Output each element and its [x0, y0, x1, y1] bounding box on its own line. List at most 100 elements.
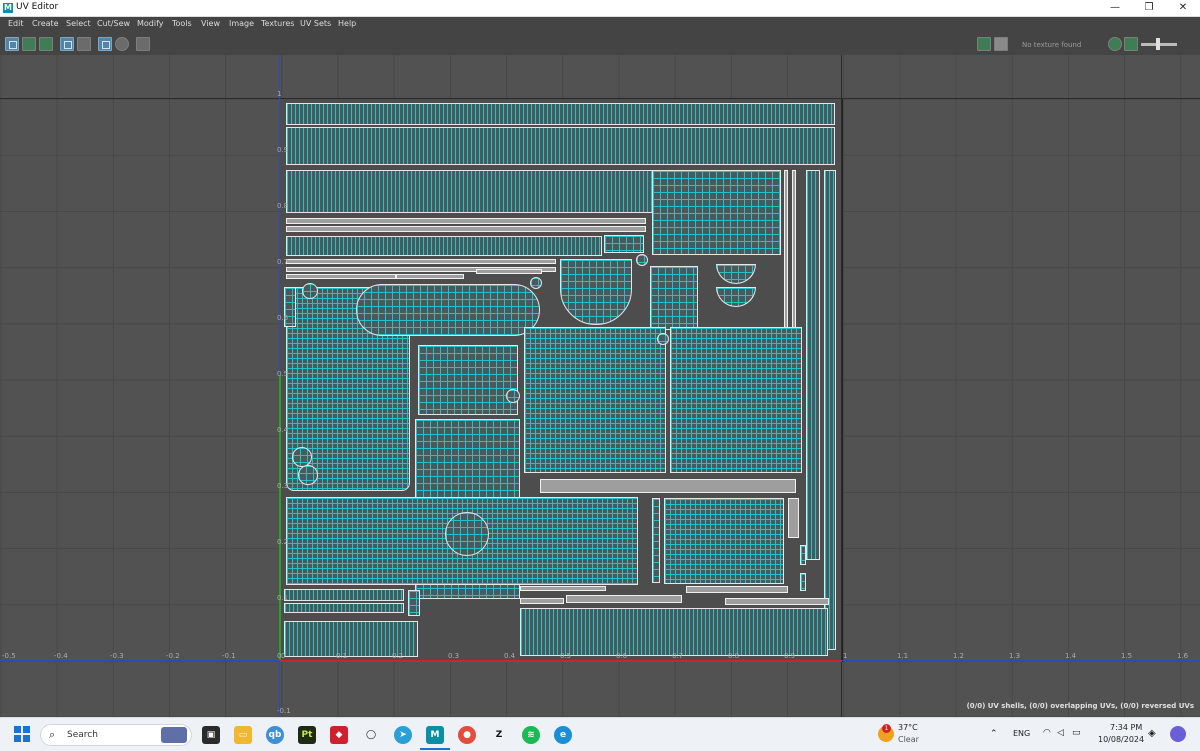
close-button[interactable]: ✕	[1166, 0, 1200, 16]
clock-time[interactable]: 7:34 PM	[1110, 723, 1142, 732]
uv-shell[interactable]	[664, 498, 784, 584]
copilot-icon[interactable]	[1170, 726, 1186, 742]
uv-shell[interactable]	[292, 447, 312, 467]
uv-grid-toggle-icon[interactable]	[5, 37, 19, 51]
weather-icon[interactable]: 1	[878, 724, 894, 742]
checker-map-icon[interactable]	[77, 37, 91, 51]
uv-shell[interactable]	[408, 590, 420, 616]
chrome-icon[interactable]: ●	[458, 726, 476, 744]
substance-painter-icon[interactable]: Pt	[298, 726, 316, 744]
file-explorer-icon[interactable]: ▭	[234, 726, 252, 744]
uv-shell[interactable]	[284, 603, 404, 613]
uv-shell[interactable]	[650, 266, 698, 330]
uv-shell[interactable]	[524, 327, 666, 473]
uv-shell[interactable]	[418, 345, 518, 415]
menu-view[interactable]: View	[201, 19, 220, 28]
uv-shell[interactable]	[520, 608, 828, 656]
uv-shell[interactable]	[725, 598, 829, 605]
shaded-uv-icon[interactable]	[60, 37, 74, 51]
uv-shell[interactable]	[286, 236, 602, 256]
uv-shell[interactable]	[506, 389, 520, 403]
uv-shell[interactable]	[520, 586, 606, 591]
uv-shell[interactable]	[806, 170, 820, 560]
uv-shell[interactable]	[788, 498, 799, 538]
uv-shell[interactable]	[652, 170, 781, 255]
texture-refresh-icon[interactable]	[1108, 37, 1122, 51]
uv-shell[interactable]	[800, 545, 806, 565]
uv-shell[interactable]	[670, 327, 802, 473]
isolate-select-icon[interactable]	[98, 37, 112, 51]
menu-uv-sets[interactable]: UV Sets	[300, 19, 331, 28]
menu-create[interactable]: Create	[32, 19, 59, 28]
battery-icon[interactable]: ▭	[1072, 728, 1081, 738]
uv-shell[interactable]	[566, 595, 682, 603]
texture-dropdown[interactable]: No texture found	[1022, 40, 1104, 50]
task-view-icon[interactable]: ▣	[202, 726, 220, 744]
maya-taskbar-icon[interactable]: M	[426, 726, 444, 744]
exposure-slider-handle[interactable]	[1156, 38, 1160, 50]
uv-shell[interactable]	[540, 479, 796, 493]
uv-shell[interactable]	[784, 170, 788, 337]
menu-edit[interactable]: Edit	[8, 19, 24, 28]
language-indicator[interactable]: ENG	[1013, 729, 1030, 738]
uv-shell[interactable]	[286, 170, 654, 213]
uv-shell[interactable]	[286, 226, 646, 232]
uv-shell[interactable]	[792, 170, 796, 337]
uv-shell[interactable]	[286, 274, 396, 279]
zbrush-icon[interactable]: Z	[490, 726, 508, 744]
edge-icon[interactable]: e	[554, 726, 572, 744]
minimize-button[interactable]: —	[1098, 0, 1132, 16]
image-display-icon[interactable]	[39, 37, 53, 51]
menu-help[interactable]: Help	[338, 19, 356, 28]
volume-icon[interactable]: ◁	[1057, 728, 1064, 738]
uv-shell[interactable]	[286, 127, 835, 165]
wifi-icon[interactable]: ◠	[1043, 728, 1051, 738]
taskbar-search-box[interactable]: ⌕ Search	[40, 724, 192, 746]
search-app-icon[interactable]: ◯	[362, 726, 380, 744]
uv-shell[interactable]	[652, 498, 660, 583]
snapshot-icon[interactable]	[136, 37, 150, 51]
menu-select[interactable]: Select	[66, 19, 91, 28]
restore-button[interactable]: ❐	[1132, 0, 1166, 16]
menu-cut-sew[interactable]: Cut/Sew	[97, 19, 130, 28]
menu-modify[interactable]: Modify	[137, 19, 164, 28]
qbittorrent-icon[interactable]: qb	[266, 726, 284, 744]
exposure-icon[interactable]	[1124, 37, 1138, 51]
uv-shell[interactable]	[520, 598, 564, 604]
uv-shell[interactable]	[302, 283, 318, 299]
uv-shell[interactable]	[445, 512, 489, 556]
uv-shell[interactable]	[476, 269, 542, 274]
spotify-icon[interactable]: ≋	[522, 726, 540, 744]
uv-shell[interactable]	[604, 235, 644, 253]
distortion-icon[interactable]	[115, 37, 129, 51]
u-tick-label: 0.8	[728, 652, 740, 660]
menu-textures[interactable]: Textures	[261, 19, 294, 28]
menu-image[interactable]: Image	[229, 19, 254, 28]
texture-filter-icon[interactable]	[22, 37, 36, 51]
game-app-icon[interactable]: ◆	[330, 726, 348, 744]
uv-viewport[interactable]: -0.5 -0.4 -0.3 -0.2 -0.1 0 0.1 0.2 0.3 0…	[0, 55, 1200, 717]
uv-shell[interactable]	[356, 284, 540, 336]
image-ratio-icon[interactable]	[977, 37, 991, 51]
v-tick-label: 0.7	[277, 258, 289, 266]
uv-shell[interactable]	[686, 586, 788, 593]
uv-shell[interactable]	[636, 254, 648, 266]
uv-shell[interactable]	[396, 274, 464, 279]
uv-shell[interactable]	[530, 277, 542, 289]
menu-tools[interactable]: Tools	[172, 19, 192, 28]
uv-shell[interactable]	[286, 103, 835, 125]
notification-bell-icon[interactable]: ◈	[1148, 728, 1156, 739]
uv-shell[interactable]	[298, 465, 318, 485]
clock-date[interactable]: 10/08/2024	[1098, 735, 1144, 744]
uv-shell[interactable]	[824, 170, 836, 650]
uv-shell[interactable]	[800, 573, 806, 591]
uv-shell[interactable]	[284, 589, 404, 601]
windows-start-icon[interactable]	[14, 726, 30, 742]
v-tick-label: 0.4	[277, 426, 289, 434]
uv-shell[interactable]	[286, 218, 646, 224]
telegram-icon[interactable]: ➤	[394, 726, 412, 744]
uv-shell[interactable]	[657, 333, 669, 345]
checker-tile-icon[interactable]	[994, 37, 1008, 51]
uv-shell[interactable]	[286, 259, 556, 264]
show-hidden-icons-icon[interactable]: ⌃	[990, 729, 998, 739]
